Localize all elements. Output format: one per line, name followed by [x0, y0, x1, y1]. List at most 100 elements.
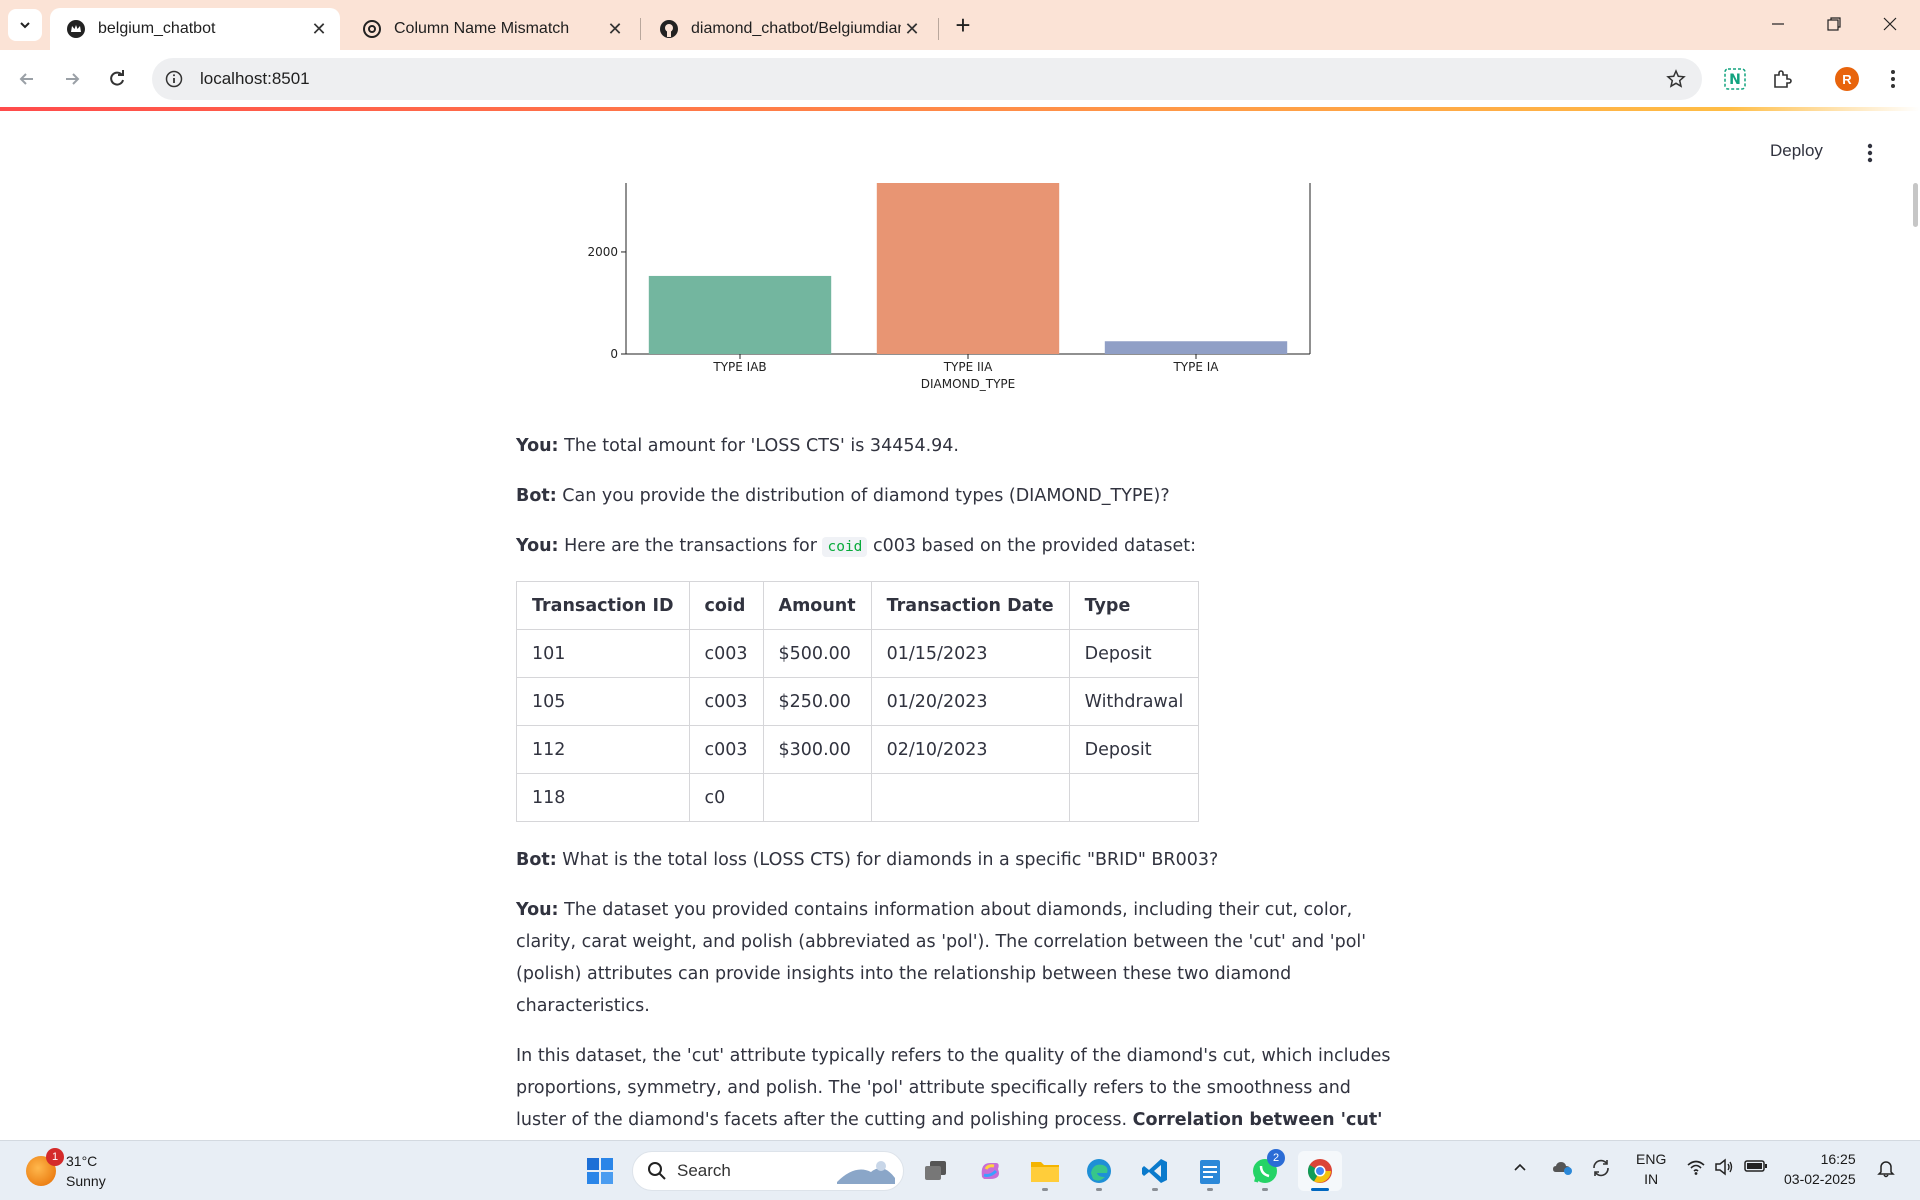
start-button[interactable]	[578, 1151, 622, 1191]
kebab-menu-icon	[1891, 70, 1895, 88]
vscode-icon	[1142, 1159, 1167, 1183]
volume-icon[interactable]	[1714, 1158, 1734, 1179]
message-text: Here are the transactions for	[558, 536, 823, 556]
search-icon	[648, 1162, 666, 1180]
chart-svg: 0200040006000TYPE IABTYPE IIATYPE IADIAM…	[587, 14, 1311, 391]
column-header: Transaction Date	[870, 581, 1070, 630]
table-cell: 101	[516, 629, 690, 678]
address-bar[interactable]: localhost:8501	[152, 58, 1702, 100]
app-menu-button[interactable]	[1858, 139, 1882, 167]
table-cell: $300.00	[762, 725, 872, 774]
profile-initial: R	[1835, 67, 1859, 91]
tab-title: belgium_chatbot	[98, 20, 216, 37]
browser-menu-button[interactable]	[1876, 62, 1910, 96]
table-cell: c003	[688, 725, 764, 774]
column-header: Amount	[762, 581, 872, 630]
x-tick-label: TYPE IAB	[712, 360, 766, 374]
tab-column-name-mismatch[interactable]: Column Name Mismatch ✕	[346, 8, 636, 50]
table-row: 112 c003 $300.00 02/10/2023 Deposit	[516, 725, 1200, 774]
sun-icon: 1	[26, 1148, 64, 1186]
weather-widget[interactable]: 1 31°C Sunny	[26, 1148, 106, 1191]
profile-avatar[interactable]: R	[1830, 62, 1864, 96]
chat-message-user: You: The total amount for 'LOSS CTS' is …	[516, 430, 1396, 462]
message-text: What is the total loss (LOSS CTS) for di…	[556, 850, 1219, 870]
chat-message-user: You: The dataset you provided contains i…	[516, 894, 1396, 1022]
chat-message-bot: Bot: Can you provide the distribution of…	[516, 480, 1396, 512]
copilot-button[interactable]	[968, 1151, 1012, 1191]
sync-tray-icon[interactable]	[1590, 1157, 1612, 1182]
running-indicator	[1152, 1188, 1158, 1191]
running-indicator	[1207, 1188, 1213, 1191]
notepad-icon	[1200, 1160, 1220, 1184]
message-text: The total amount for 'LOSS CTS' is 34454…	[558, 436, 959, 456]
notifications-bell-icon[interactable]	[1876, 1158, 1896, 1181]
notepad-button[interactable]	[1188, 1151, 1232, 1191]
clock[interactable]: 16:25 03-02-2025	[1784, 1149, 1856, 1189]
streamlit-crown-icon	[66, 19, 86, 39]
table-cell	[762, 773, 872, 822]
tab-belgium-chatbot[interactable]: belgium_chatbot ✕	[50, 8, 340, 50]
close-icon[interactable]: ✕	[901, 18, 923, 40]
wifi-icon[interactable]	[1686, 1158, 1706, 1179]
deploy-button[interactable]: Deploy	[1770, 141, 1823, 161]
onedrive-tray-icon[interactable]	[1552, 1157, 1574, 1180]
table-cell	[1068, 773, 1200, 822]
tab-title: diamond_chatbot/Belgiumdiam	[691, 20, 901, 37]
tab-github-repo[interactable]: diamond_chatbot/Belgiumdiam ✕	[643, 8, 933, 50]
language-indicator[interactable]: ENG IN	[1636, 1149, 1666, 1189]
edge-button[interactable]	[1077, 1151, 1121, 1191]
search-label: Search	[677, 1161, 731, 1180]
forward-button[interactable]	[55, 62, 89, 96]
close-icon[interactable]: ✕	[604, 18, 626, 40]
table-cell: c0	[688, 773, 764, 822]
whatsapp-button[interactable]: 2	[1243, 1149, 1287, 1191]
url-text: localhost:8501	[200, 69, 310, 88]
chrome-button[interactable]	[1298, 1151, 1342, 1191]
windows-logo-icon	[587, 1158, 613, 1184]
taskbar-search[interactable]: Search	[632, 1151, 904, 1191]
browser-toolbar: localhost:8501 N R	[0, 50, 1920, 108]
table-cell: 02/10/2023	[870, 725, 1070, 774]
vscode-button[interactable]	[1133, 1151, 1177, 1191]
arrow-left-icon	[19, 73, 33, 85]
back-button[interactable]	[10, 62, 44, 96]
close-icon[interactable]: ✕	[308, 18, 330, 40]
tab-search-button[interactable]	[8, 9, 42, 41]
chat-history: You: The total amount for 'LOSS CTS' is …	[516, 430, 1396, 1186]
message-text: Can you provide the distribution of diam…	[556, 486, 1170, 506]
bookmark-star-icon[interactable]	[1658, 61, 1694, 97]
extensions-puzzle-icon[interactable]	[1765, 62, 1799, 96]
weather-description: Sunny	[66, 1173, 106, 1189]
tab-separator	[938, 18, 939, 40]
table-header-row: Transaction ID coid Amount Transaction D…	[516, 581, 1200, 630]
speaker-label: You:	[516, 436, 559, 456]
clock-time: 16:25	[1820, 1151, 1856, 1167]
x-tick-label: TYPE IA	[1172, 360, 1219, 374]
page-scrollbar[interactable]	[1913, 183, 1918, 227]
speaker-label: You:	[516, 536, 559, 556]
notion-extension-icon[interactable]: N	[1718, 62, 1752, 96]
site-info-icon[interactable]	[156, 61, 192, 97]
minimize-button[interactable]	[1750, 0, 1806, 48]
message-text: The dataset you provided contains inform…	[516, 900, 1367, 1016]
new-tab-button[interactable]: +	[948, 10, 978, 40]
file-explorer-button[interactable]	[1023, 1151, 1067, 1191]
close-window-button[interactable]	[1862, 0, 1918, 48]
copilot-icon	[981, 1163, 999, 1179]
column-header: Transaction ID	[516, 581, 690, 630]
windows-taskbar: 1 31°C Sunny Search 2 ENG IN 16:25 03-02…	[0, 1140, 1920, 1200]
battery-icon[interactable]	[1744, 1158, 1768, 1177]
task-view-button[interactable]	[914, 1151, 958, 1191]
reload-button[interactable]	[100, 62, 134, 96]
speaker-label: Bot:	[516, 850, 557, 870]
table-row: 101 c003 $500.00 01/15/2023 Deposit	[516, 629, 1200, 678]
chrome-icon	[1307, 1159, 1332, 1183]
table-cell: 118	[516, 773, 690, 822]
message-text: c003 based on the provided dataset:	[867, 536, 1197, 556]
x-axis-label: DIAMOND_TYPE	[921, 377, 1015, 391]
table-row: 105 c003 $250.00 01/20/2023 Withdrawal	[516, 677, 1200, 726]
restore-button[interactable]	[1806, 0, 1862, 48]
show-hidden-icons-button[interactable]	[1512, 1159, 1528, 1178]
task-view-icon	[925, 1161, 946, 1180]
minimize-icon	[1772, 23, 1784, 25]
